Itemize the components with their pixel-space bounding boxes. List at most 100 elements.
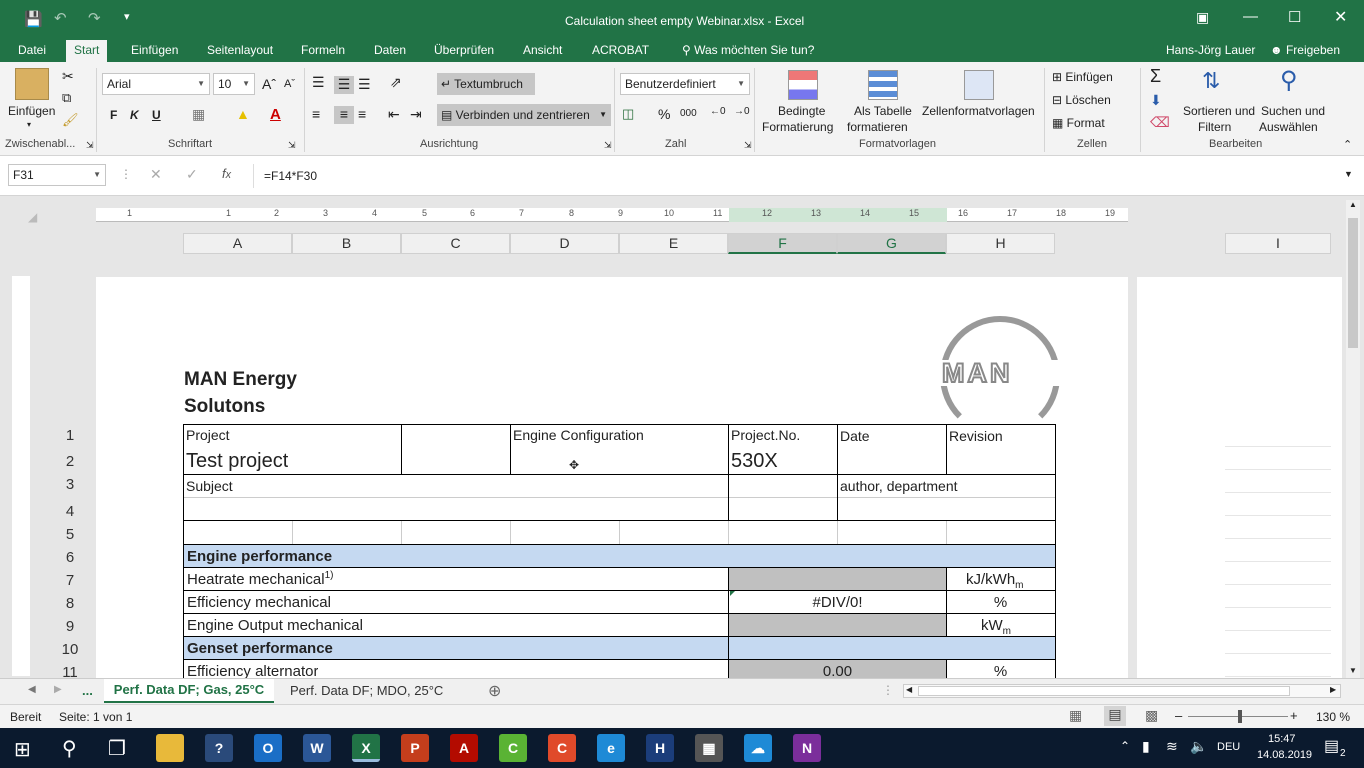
- paste-button[interactable]: Einfügen: [8, 104, 55, 118]
- tab-formulas[interactable]: Formeln: [293, 42, 353, 62]
- output-unit[interactable]: kWm: [981, 617, 1011, 637]
- row-header[interactable]: 2: [40, 453, 100, 470]
- tab-more[interactable]: ...: [82, 683, 93, 698]
- acrobat-icon[interactable]: A: [450, 734, 478, 762]
- alternator-efficiency-label[interactable]: Efficiency alternator: [187, 663, 318, 678]
- sheet-tab-active[interactable]: Perf. Data DF; Gas, 25°C: [104, 679, 274, 703]
- format-as-table-label-2[interactable]: formatieren: [847, 120, 908, 134]
- conditional-format-label-2[interactable]: Formatierung: [762, 120, 833, 134]
- tab-acrobat[interactable]: ACROBAT: [584, 42, 657, 62]
- redo-icon[interactable]: ↷: [88, 9, 101, 27]
- find-select-label-1[interactable]: Suchen und: [1261, 104, 1325, 118]
- find-select-label-2[interactable]: Auswählen: [1259, 120, 1318, 134]
- heatrate-label[interactable]: Heatrate mechanical1): [187, 570, 333, 588]
- expand-formula-icon[interactable]: ▼: [1344, 169, 1353, 179]
- alternator-efficiency-unit[interactable]: %: [946, 663, 1055, 678]
- sort-filter-label-1[interactable]: Sortieren und: [1183, 104, 1255, 118]
- increase-indent-icon[interactable]: ⇥: [410, 106, 422, 123]
- zoom-level[interactable]: 130 %: [1316, 710, 1350, 724]
- delete-cells-button[interactable]: ⊟ Löschen: [1052, 93, 1111, 107]
- app-green-icon[interactable]: C: [499, 734, 527, 762]
- sheet-tab[interactable]: Perf. Data DF; MDO, 25°C: [290, 683, 443, 698]
- tab-review[interactable]: Überprüfen: [426, 42, 502, 62]
- format-as-table-icon[interactable]: [868, 70, 898, 100]
- clock-time[interactable]: 15:47: [1268, 733, 1296, 745]
- align-center-icon[interactable]: ≡: [334, 106, 354, 124]
- ribbon-display-icon[interactable]: ▣: [1196, 9, 1209, 26]
- format-painter-icon[interactable]: 🖌: [62, 112, 79, 128]
- h-scroll-thumb[interactable]: [918, 686, 1290, 696]
- find-icon[interactable]: ⚲: [1280, 66, 1298, 95]
- outlook-icon[interactable]: O: [254, 734, 282, 762]
- project-no-label[interactable]: Project.No.: [731, 427, 800, 443]
- conditional-format-label-1[interactable]: Bedingte: [778, 104, 825, 118]
- formula-input[interactable]: =F14*F30: [253, 164, 1357, 188]
- efficiency-label[interactable]: Efficiency mechanical: [187, 594, 331, 611]
- column-header-a[interactable]: A: [183, 233, 292, 254]
- number-format-select[interactable]: Benutzerdefiniert ▼: [620, 73, 750, 95]
- column-header-e[interactable]: E: [619, 233, 728, 254]
- language-indicator[interactable]: DEU: [1217, 741, 1240, 753]
- add-sheet-icon[interactable]: ⊕: [488, 681, 501, 701]
- output-input-cell[interactable]: [729, 614, 946, 636]
- engine-performance-heading[interactable]: Engine performance: [187, 548, 332, 565]
- internet-explorer-icon[interactable]: e: [597, 734, 625, 762]
- scroll-down-icon[interactable]: ▼: [1349, 666, 1357, 675]
- tell-me-search[interactable]: ⚲ Was möchten Sie tun?: [674, 42, 822, 62]
- insert-cells-button[interactable]: ⊞ Einfügen: [1052, 70, 1113, 84]
- number-launcher-icon[interactable]: ⇲: [744, 140, 752, 151]
- comma-style-icon[interactable]: 000: [680, 108, 697, 119]
- cut-icon[interactable]: ✂: [62, 68, 74, 85]
- align-left-icon[interactable]: ≡: [312, 106, 320, 122]
- engine-config-label[interactable]: Engine Configuration: [513, 427, 644, 443]
- date-label[interactable]: Date: [840, 428, 870, 444]
- row-header[interactable]: 5: [40, 526, 100, 543]
- tab-file[interactable]: Datei: [10, 42, 54, 62]
- alignment-launcher-icon[interactable]: ⇲: [604, 140, 612, 151]
- column-header-c[interactable]: C: [401, 233, 510, 254]
- format-as-table-label-1[interactable]: Als Tabelle: [854, 104, 912, 118]
- error-indicator-icon[interactable]: [730, 591, 735, 596]
- row-header[interactable]: 9: [40, 618, 100, 635]
- font-color-icon[interactable]: A: [270, 106, 281, 123]
- sort-filter-icon[interactable]: ⇅: [1202, 68, 1220, 94]
- align-bottom-icon[interactable]: ☰: [358, 76, 371, 93]
- zoom-slider-thumb[interactable]: [1238, 710, 1242, 723]
- genset-performance-heading[interactable]: Genset performance: [187, 640, 333, 657]
- align-middle-icon[interactable]: ☰: [334, 76, 354, 94]
- share-button[interactable]: ☻ Freigeben: [1262, 42, 1348, 62]
- search-icon[interactable]: ⚲: [62, 736, 77, 761]
- project-value[interactable]: Test project: [186, 450, 288, 473]
- autosum-icon[interactable]: Σ: [1150, 66, 1161, 87]
- excel-icon[interactable]: X: [352, 734, 380, 762]
- clipboard-launcher-icon[interactable]: ⇲: [86, 140, 94, 151]
- customize-qat-icon[interactable]: ▾: [124, 10, 130, 23]
- row-header[interactable]: 3: [40, 476, 100, 493]
- notification-icon[interactable]: ▤: [1324, 736, 1339, 756]
- file-explorer-icon[interactable]: [156, 734, 184, 762]
- zoom-in-icon[interactable]: +: [1290, 708, 1298, 723]
- column-header-f[interactable]: F: [728, 233, 837, 254]
- percent-icon[interactable]: %: [658, 106, 670, 122]
- decrease-indent-icon[interactable]: ⇤: [388, 106, 400, 123]
- output-label[interactable]: Engine Output mechanical: [187, 617, 363, 634]
- app-h-icon[interactable]: H: [646, 734, 674, 762]
- tab-page-layout[interactable]: Seitenlayout: [199, 42, 281, 62]
- revision-label[interactable]: Revision: [949, 428, 1003, 444]
- save-icon[interactable]: 💾: [24, 10, 43, 28]
- conditional-format-icon[interactable]: [788, 70, 818, 100]
- drag-handle-icon[interactable]: ⋮: [882, 683, 894, 697]
- undo-icon[interactable]: ↶: [54, 9, 67, 27]
- paste-icon[interactable]: [15, 68, 49, 100]
- heatrate-unit[interactable]: kJ/kWhm: [966, 571, 1024, 591]
- fill-icon[interactable]: ⬇: [1150, 92, 1162, 109]
- app-orange-icon[interactable]: C: [548, 734, 576, 762]
- onedrive-icon[interactable]: ☁: [744, 734, 772, 762]
- project-label[interactable]: Project: [186, 427, 230, 443]
- alternator-efficiency-value[interactable]: 0.00: [729, 663, 946, 678]
- heatrate-input-cell[interactable]: [729, 568, 946, 590]
- decrease-decimal-icon[interactable]: →0: [734, 106, 750, 117]
- row-header[interactable]: 7: [40, 572, 100, 589]
- select-all-icon[interactable]: ◢: [28, 210, 37, 224]
- column-header-g[interactable]: G: [837, 233, 946, 254]
